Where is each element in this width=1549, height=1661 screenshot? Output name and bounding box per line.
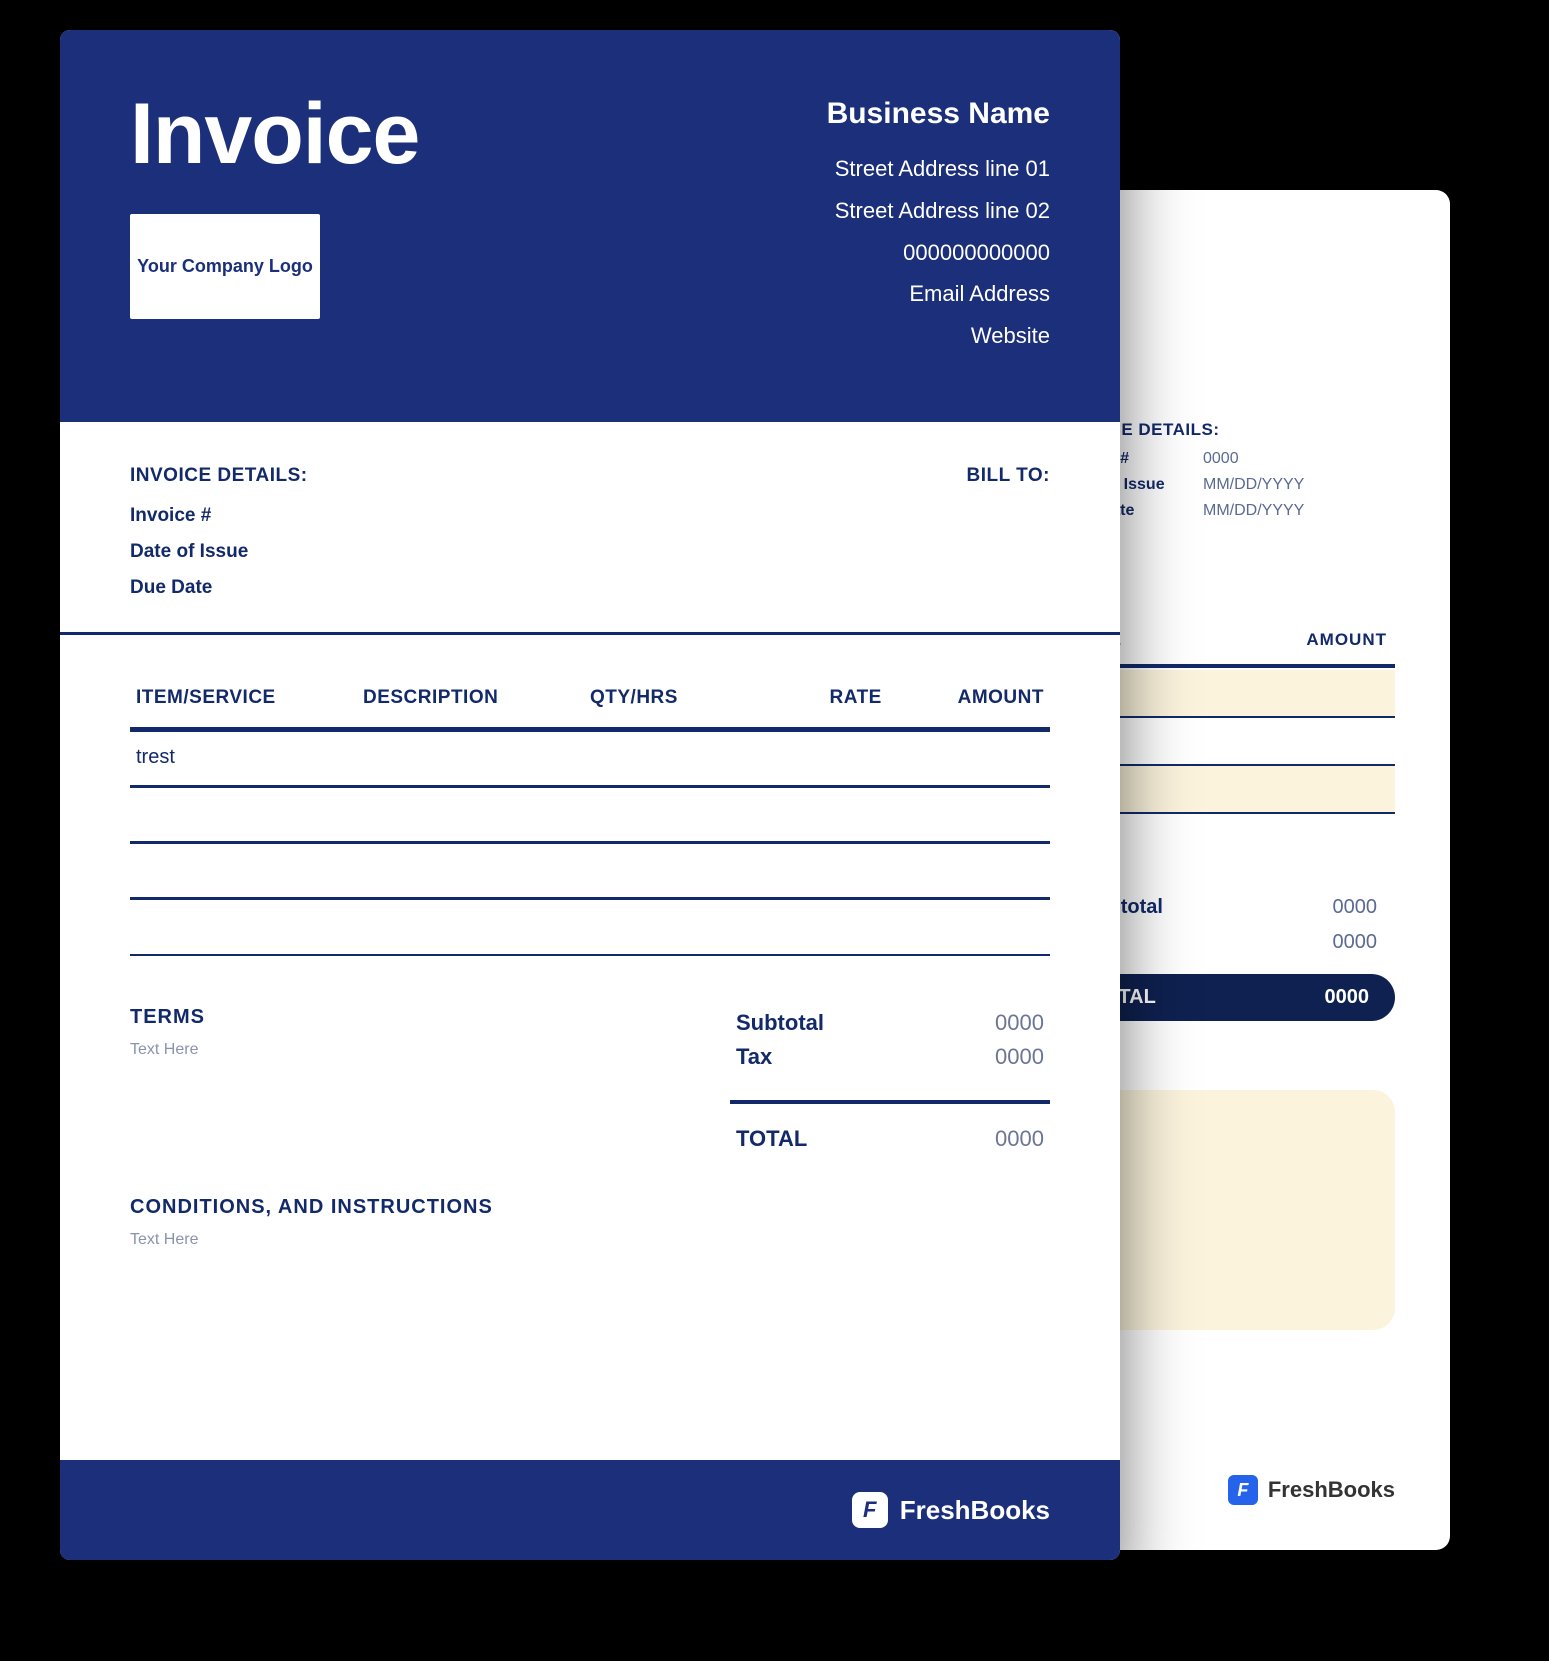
table-header: ITEM/SERVICE DESCRIPTION QTY/HRS RATE AM… bbox=[130, 675, 1050, 732]
date-of-issue-label: Date of Issue bbox=[130, 534, 308, 570]
back-brand: F FreshBooks bbox=[1228, 1475, 1395, 1505]
cell-rate bbox=[752, 858, 882, 881]
cell-amount bbox=[882, 746, 1044, 769]
table-row: trest bbox=[130, 732, 1050, 788]
table-row bbox=[130, 844, 1050, 900]
cell-item bbox=[136, 858, 363, 881]
conditions-block: CONDITIONS, AND INSTRUCTIONS Text Here bbox=[60, 1166, 1120, 1259]
cell-item: trest bbox=[136, 746, 363, 769]
invoice-title: Invoice bbox=[130, 85, 419, 184]
cell-amount bbox=[882, 858, 1044, 881]
freshbooks-logo-icon: F bbox=[852, 1492, 888, 1528]
totals-divider bbox=[730, 1100, 1050, 1104]
col-description: DESCRIPTION bbox=[363, 687, 590, 709]
front-footer: F FreshBooks bbox=[60, 1460, 1120, 1560]
front-header: Invoice Your Company Logo Business Name … bbox=[60, 30, 1120, 422]
cell-desc bbox=[363, 914, 590, 938]
invoice-details-heading: INVOICE DETAILS: bbox=[130, 458, 308, 494]
line-items-table: ITEM/SERVICE DESCRIPTION QTY/HRS RATE AM… bbox=[60, 635, 1120, 966]
business-addr1: Street Address line 01 bbox=[827, 148, 1050, 190]
cell-item bbox=[136, 914, 363, 938]
cell-qty bbox=[590, 914, 752, 938]
subtotal-row: Subtotal 0000 bbox=[730, 1006, 1050, 1040]
col-rate: RATE bbox=[752, 687, 882, 709]
cell-rate bbox=[752, 914, 882, 938]
front-meta: INVOICE DETAILS: Invoice # Date of Issue… bbox=[60, 422, 1120, 635]
cell-desc bbox=[363, 802, 590, 825]
bill-to-heading: BILL TO: bbox=[966, 458, 1050, 494]
freshbooks-logo-icon: F bbox=[1228, 1475, 1258, 1505]
business-addr2: Street Address line 02 bbox=[827, 190, 1050, 232]
back-subtotal-value: 0000 bbox=[1333, 896, 1378, 919]
cell-qty bbox=[590, 746, 752, 769]
due-date-label: Due Date bbox=[130, 570, 308, 606]
front-lower: TERMS Text Here Subtotal 0000 Tax 0000 T… bbox=[60, 966, 1120, 1166]
invoice-details-col: INVOICE DETAILS: Invoice # Date of Issue… bbox=[130, 458, 308, 606]
cell-amount bbox=[882, 802, 1044, 825]
back-tax-value: 0000 bbox=[1333, 931, 1378, 954]
col-amount: AMOUNT bbox=[882, 687, 1044, 709]
col-item: ITEM/SERVICE bbox=[136, 687, 363, 709]
tax-label: Tax bbox=[736, 1044, 772, 1070]
back-detail-value: MM/DD/YYYY bbox=[1203, 502, 1304, 520]
tax-value: 0000 bbox=[995, 1044, 1044, 1070]
cell-item bbox=[136, 802, 363, 825]
cell-desc bbox=[363, 746, 590, 769]
business-email: Email Address bbox=[827, 273, 1050, 315]
back-detail-value: MM/DD/YYYY bbox=[1203, 476, 1304, 494]
subtotal-label: Subtotal bbox=[736, 1010, 824, 1036]
terms-text: Text Here bbox=[130, 1041, 670, 1059]
total-value: 0000 bbox=[995, 1126, 1044, 1152]
cell-qty bbox=[590, 802, 752, 825]
cell-rate bbox=[752, 746, 882, 769]
back-total-value: 0000 bbox=[1325, 986, 1370, 1009]
conditions-heading: CONDITIONS, AND INSTRUCTIONS bbox=[130, 1196, 1050, 1219]
conditions-text: Text Here bbox=[130, 1231, 1050, 1249]
total-row: TOTAL 0000 bbox=[730, 1122, 1050, 1156]
table-row bbox=[130, 900, 1050, 956]
back-col-amount: AMOUNT bbox=[1306, 630, 1387, 650]
cell-amount bbox=[882, 914, 1044, 938]
business-name: Business Name bbox=[827, 85, 1050, 142]
front-invoice-page: Invoice Your Company Logo Business Name … bbox=[60, 30, 1120, 1560]
front-brand-text: FreshBooks bbox=[900, 1495, 1050, 1526]
bill-to-col: BILL TO: bbox=[966, 458, 1050, 606]
business-website: Website bbox=[827, 315, 1050, 357]
subtotal-value: 0000 bbox=[995, 1010, 1044, 1036]
total-label: TOTAL bbox=[736, 1126, 807, 1152]
cell-desc bbox=[363, 858, 590, 881]
back-detail-value: 0000 bbox=[1203, 450, 1239, 468]
terms-heading: TERMS bbox=[130, 1006, 670, 1029]
company-logo-placeholder: Your Company Logo bbox=[130, 214, 320, 319]
terms-block: TERMS Text Here bbox=[130, 1006, 670, 1156]
front-brand: F FreshBooks bbox=[852, 1492, 1050, 1528]
cell-qty bbox=[590, 858, 752, 881]
table-row bbox=[130, 788, 1050, 844]
business-info: Business Name Street Address line 01 Str… bbox=[827, 85, 1050, 357]
back-brand-text: FreshBooks bbox=[1268, 1477, 1395, 1503]
tax-row: Tax 0000 bbox=[730, 1040, 1050, 1074]
cell-rate bbox=[752, 802, 882, 825]
totals-block: Subtotal 0000 Tax 0000 TOTAL 0000 bbox=[730, 1006, 1050, 1156]
business-phone: 000000000000 bbox=[827, 232, 1050, 274]
col-qty: QTY/HRS bbox=[590, 687, 752, 709]
invoice-number-label: Invoice # bbox=[130, 498, 308, 534]
